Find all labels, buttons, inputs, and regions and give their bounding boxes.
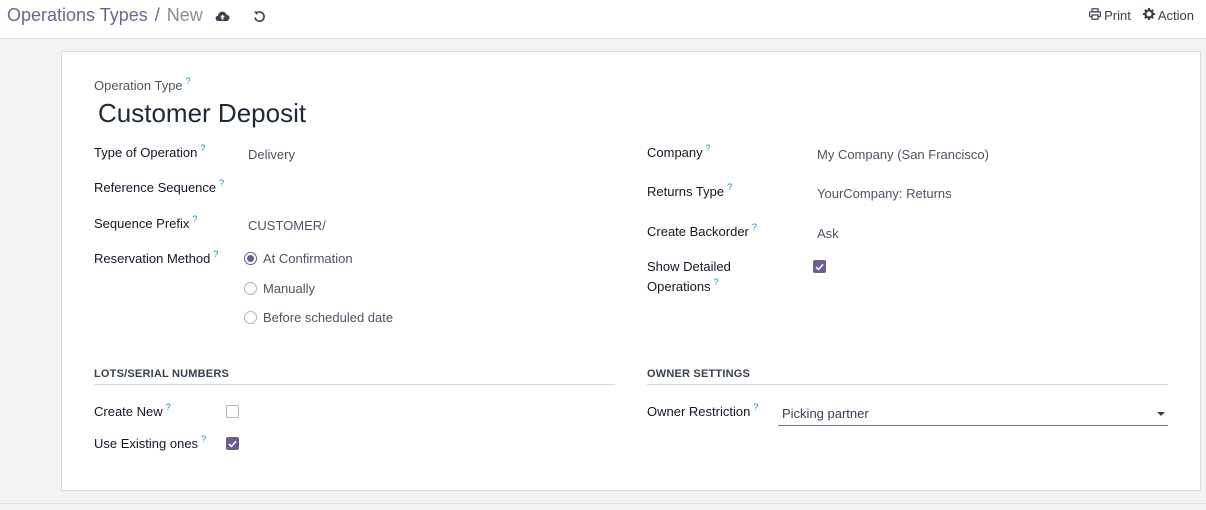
use-existing-label: Use Existing ones?	[94, 434, 207, 451]
form-sheet: Operation Type? Customer Deposit Type of…	[61, 51, 1201, 491]
create-new-label: Create New?	[94, 402, 171, 419]
printer-icon	[1089, 8, 1104, 23]
owner-restriction-value: Picking partner	[782, 406, 869, 421]
show-detailed-operations-label-line2: Operations?	[647, 277, 719, 294]
print-label: Print	[1104, 8, 1131, 23]
bottom-divider	[0, 503, 1206, 504]
help-icon[interactable]: ?	[752, 222, 757, 232]
help-icon[interactable]: ?	[192, 214, 197, 224]
section-divider	[647, 384, 1168, 385]
breadcrumb-separator: /	[154, 5, 160, 25]
check-icon	[228, 440, 237, 448]
use-existing-checkbox[interactable]	[226, 437, 239, 450]
caret-down-icon	[1157, 412, 1165, 416]
create-backorder-label: Create Backorder?	[647, 222, 757, 239]
sequence-prefix-label: Sequence Prefix?	[94, 214, 198, 231]
help-icon[interactable]: ?	[714, 277, 719, 287]
breadcrumb: Operations Types / New	[7, 5, 203, 26]
action-menus: Print Action	[1083, 8, 1206, 23]
help-icon[interactable]: ?	[213, 249, 218, 259]
help-icon[interactable]: ?	[186, 76, 191, 86]
reservation-radio-manually[interactable]: Manually	[244, 281, 315, 296]
cloud-upload-icon[interactable]	[214, 8, 230, 24]
create-new-checkbox[interactable]	[226, 405, 239, 418]
returns-type-label: Returns Type?	[647, 182, 733, 199]
reservation-radio-before-scheduled-date[interactable]: Before scheduled date	[244, 310, 393, 325]
control-panel: Operations Types / New Print Action	[0, 0, 1206, 39]
company-field[interactable]: My Company (San Francisco)	[817, 147, 989, 162]
section-divider	[94, 384, 615, 385]
action-label: Action	[1157, 8, 1194, 23]
action-button[interactable]: Action	[1137, 8, 1200, 23]
reservation-radio-at-confirmation[interactable]: At Confirmation	[244, 251, 353, 266]
help-icon[interactable]: ?	[201, 434, 206, 444]
radio-button[interactable]	[244, 311, 257, 324]
breadcrumb-parent[interactable]: Operations Types	[7, 5, 148, 26]
type-of-operation-field[interactable]: Delivery	[248, 147, 295, 162]
check-icon	[815, 263, 824, 271]
undo-icon[interactable]	[251, 8, 267, 24]
reference-sequence-label: Reference Sequence?	[94, 178, 225, 195]
help-icon[interactable]: ?	[219, 178, 224, 188]
lots-section-title: LOTS/SERIAL NUMBERS	[94, 368, 229, 380]
help-icon[interactable]: ?	[200, 143, 205, 153]
help-icon[interactable]: ?	[706, 143, 711, 153]
owner-restriction-select[interactable]: Picking partner	[778, 401, 1168, 426]
reference-sequence-field[interactable]	[248, 182, 608, 198]
show-detailed-operations-checkbox[interactable]	[813, 260, 826, 273]
radio-label: Manually	[263, 281, 316, 296]
radio-label: At Confirmation	[263, 251, 353, 266]
owner-restriction-label: Owner Restriction?	[647, 402, 759, 419]
returns-type-field[interactable]: YourCompany: Returns	[817, 186, 952, 201]
create-backorder-field[interactable]: Ask	[817, 226, 839, 241]
breadcrumb-current: New	[166, 5, 203, 25]
radio-button[interactable]	[244, 282, 257, 295]
gear-icon	[1142, 8, 1158, 23]
help-icon[interactable]: ?	[727, 182, 732, 192]
radio-button[interactable]	[244, 252, 257, 265]
help-icon[interactable]: ?	[166, 402, 171, 412]
reservation-method-label: Reservation Method?	[94, 249, 219, 266]
company-label: Company?	[647, 143, 711, 160]
radio-label: Before scheduled date	[263, 310, 394, 325]
help-icon[interactable]: ?	[753, 402, 758, 412]
print-button[interactable]: Print	[1083, 8, 1137, 23]
operation-type-name-input[interactable]: Customer Deposit	[98, 98, 306, 129]
show-detailed-operations-label-line1: Show Detailed	[647, 259, 731, 274]
type-of-operation-label: Type of Operation?	[94, 143, 206, 160]
sequence-prefix-field[interactable]: CUSTOMER/	[248, 218, 326, 233]
owner-section-title: OWNER SETTINGS	[647, 368, 751, 380]
operation-type-label: Operation Type?	[94, 76, 191, 93]
